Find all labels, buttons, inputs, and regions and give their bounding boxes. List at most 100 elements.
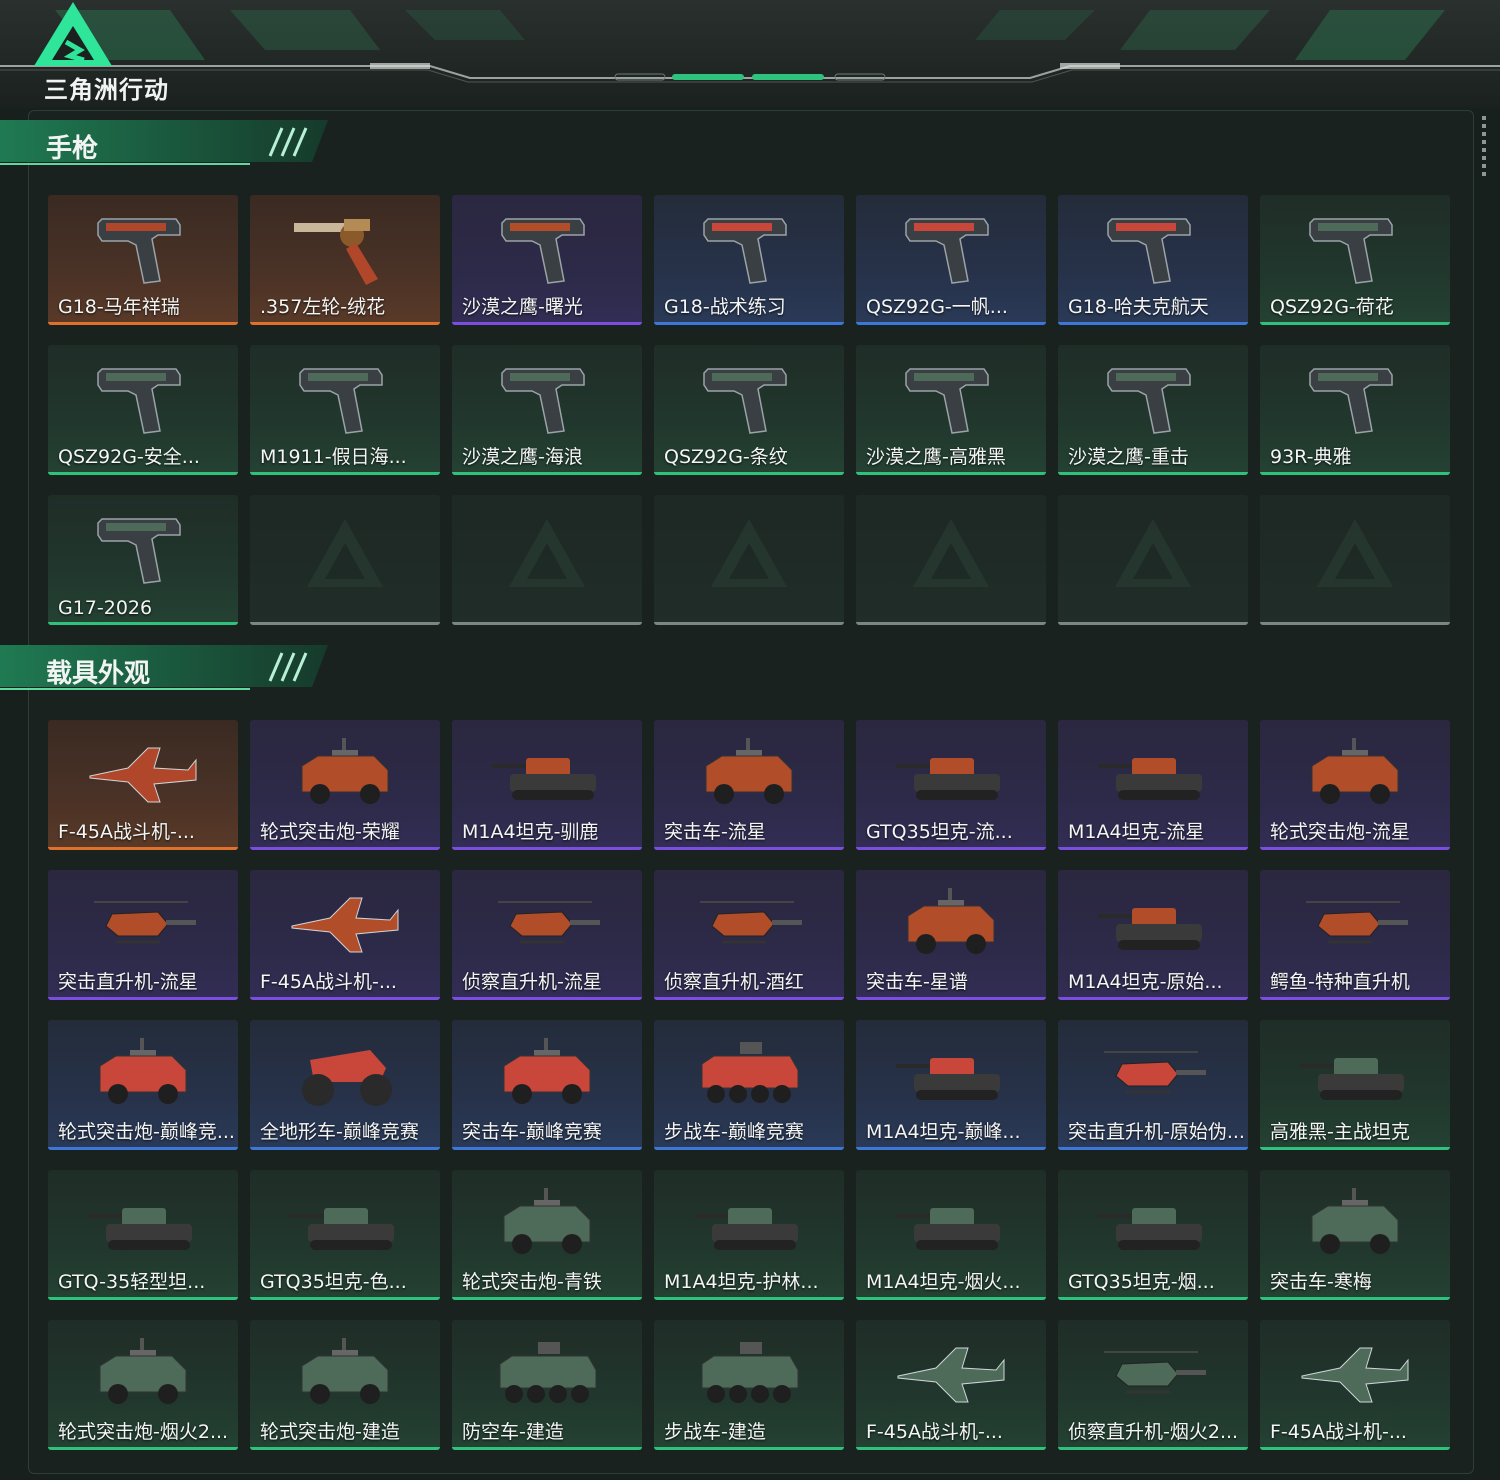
skin-name: 全地形车-巅峰竞赛 xyxy=(260,1121,419,1143)
skin-card[interactable]: 侦察直升机-酒红 xyxy=(654,870,844,1000)
skin-card[interactable]: 轮式突击炮-烟火2... xyxy=(48,1320,238,1450)
pistol-icon xyxy=(492,355,602,441)
skin-card[interactable]: M1A4坦克-巅峰... xyxy=(856,1020,1046,1150)
empty-slot xyxy=(1058,495,1248,625)
skin-card[interactable]: G18-哈夫克航天 xyxy=(1058,195,1248,325)
rarity-bar xyxy=(654,997,844,1000)
empty-slot xyxy=(654,495,844,625)
skin-card[interactable]: M1911-假日海... xyxy=(250,345,440,475)
jet-icon xyxy=(1300,1330,1410,1416)
skin-card[interactable]: G17-2026 xyxy=(48,495,238,625)
armored-car-icon xyxy=(290,1330,400,1416)
skin-name: QSZ92G-条纹 xyxy=(664,446,788,468)
skin-card[interactable]: QSZ92G-安全... xyxy=(48,345,238,475)
delta-watermark-icon xyxy=(911,517,991,591)
tank-icon xyxy=(896,730,1006,816)
pistol-icon xyxy=(1300,205,1410,291)
rarity-bar xyxy=(452,997,642,1000)
skin-card[interactable]: GTQ-35轻型坦... xyxy=(48,1170,238,1300)
skin-card[interactable]: 沙漠之鹰-重击 xyxy=(1058,345,1248,475)
rarity-bar xyxy=(1260,1147,1450,1150)
skin-card[interactable]: 突击车-寒梅 xyxy=(1260,1170,1450,1300)
skin-card[interactable]: G18-马年祥瑞 xyxy=(48,195,238,325)
skin-name: F-45A战斗机-... xyxy=(1270,1421,1407,1443)
skin-name: 高雅黑-主战坦克 xyxy=(1270,1121,1410,1143)
skin-card[interactable]: 突击直升机-流星 xyxy=(48,870,238,1000)
skin-name: M1A4坦克-驯鹿 xyxy=(462,821,599,843)
skin-card[interactable]: 侦察直升机-流星 xyxy=(452,870,642,1000)
rarity-bar xyxy=(250,1297,440,1300)
skin-card[interactable]: 沙漠之鹰-曙光 xyxy=(452,195,642,325)
skin-name: 轮式突击炮-建造 xyxy=(260,1421,400,1443)
skin-name: F-45A战斗机-... xyxy=(260,971,397,993)
skin-card[interactable]: 突击直升机-原始伪... xyxy=(1058,1020,1248,1150)
skin-card[interactable]: 步战车-建造 xyxy=(654,1320,844,1450)
skin-name: QSZ92G-一帆... xyxy=(866,296,1008,318)
rarity-bar xyxy=(1058,472,1248,475)
skin-card[interactable]: 突击车-巅峰竞赛 xyxy=(452,1020,642,1150)
skin-card[interactable]: F-45A战斗机-... xyxy=(250,870,440,1000)
skin-name: 突击车-星谱 xyxy=(866,971,968,993)
atv-icon xyxy=(290,1030,400,1116)
skin-card[interactable]: M1A4坦克-原始... xyxy=(1058,870,1248,1000)
skin-card[interactable]: F-45A战斗机-... xyxy=(1260,1320,1450,1450)
tank-icon xyxy=(1300,1030,1410,1116)
skin-card[interactable]: QSZ92G-一帆... xyxy=(856,195,1046,325)
skin-card[interactable]: 轮式突击炮-荣耀 xyxy=(250,720,440,850)
skin-card[interactable]: QSZ92G-条纹 xyxy=(654,345,844,475)
skin-card[interactable]: .357左轮-绒花 xyxy=(250,195,440,325)
skin-name: 轮式突击炮-流星 xyxy=(1270,821,1410,843)
rarity-bar xyxy=(250,1147,440,1150)
rarity-bar xyxy=(856,322,1046,325)
skin-card[interactable]: 全地形车-巅峰竞赛 xyxy=(250,1020,440,1150)
skin-card[interactable]: 沙漠之鹰-海浪 xyxy=(452,345,642,475)
skin-name: GTQ35坦克-色... xyxy=(260,1271,407,1293)
skin-card[interactable]: GTQ35坦克-烟... xyxy=(1058,1170,1248,1300)
rarity-bar xyxy=(452,1147,642,1150)
skin-card[interactable]: 轮式突击炮-巅峰竞... xyxy=(48,1020,238,1150)
skin-card[interactable]: 高雅黑-主战坦克 xyxy=(1260,1020,1450,1150)
skin-card[interactable]: F-45A战斗机-... xyxy=(48,720,238,850)
rarity-bar xyxy=(654,1147,844,1150)
skin-card[interactable]: F-45A战斗机-... xyxy=(856,1320,1046,1450)
rarity-bar xyxy=(856,1147,1046,1150)
helicopter-icon xyxy=(1098,1030,1208,1116)
skin-card[interactable]: 防空车-建造 xyxy=(452,1320,642,1450)
skin-card[interactable]: 轮式突击炮-青铁 xyxy=(452,1170,642,1300)
skin-card[interactable]: 步战车-巅峰竞赛 xyxy=(654,1020,844,1150)
delta-watermark-icon xyxy=(1315,517,1395,591)
rarity-bar xyxy=(452,322,642,325)
skin-name: 步战车-建造 xyxy=(664,1421,766,1443)
skin-card[interactable]: G18-战术练习 xyxy=(654,195,844,325)
rarity-bar xyxy=(250,847,440,850)
rarity-bar xyxy=(1260,847,1450,850)
rarity-bar xyxy=(48,322,238,325)
rarity-bar xyxy=(1260,322,1450,325)
pistol-icon xyxy=(88,355,198,441)
skin-card[interactable]: 侦察直升机-烟火2... xyxy=(1058,1320,1248,1450)
skin-card[interactable]: 突击车-流星 xyxy=(654,720,844,850)
skin-card[interactable]: 鳄鱼-特种直升机 xyxy=(1260,870,1450,1000)
skin-card[interactable]: 沙漠之鹰-高雅黑 xyxy=(856,345,1046,475)
skin-card[interactable]: 轮式突击炮-流星 xyxy=(1260,720,1450,850)
tank-icon xyxy=(1098,880,1208,966)
skin-card[interactable]: M1A4坦克-烟火... xyxy=(856,1170,1046,1300)
rarity-bar xyxy=(856,847,1046,850)
rarity-bar xyxy=(250,622,440,625)
skin-card[interactable]: GTQ35坦克-流... xyxy=(856,720,1046,850)
skin-card[interactable]: 突击车-星谱 xyxy=(856,870,1046,1000)
scrollbar[interactable] xyxy=(1482,116,1486,180)
skin-card[interactable]: 轮式突击炮-建造 xyxy=(250,1320,440,1450)
pistol-icon xyxy=(290,355,400,441)
skin-card[interactable]: M1A4坦克-驯鹿 xyxy=(452,720,642,850)
armored-car-icon xyxy=(1300,1180,1410,1266)
skin-card[interactable]: 93R-典雅 xyxy=(1260,345,1450,475)
skin-card[interactable]: QSZ92G-荷花 xyxy=(1260,195,1450,325)
skin-card[interactable]: M1A4坦克-护林... xyxy=(654,1170,844,1300)
tank-icon xyxy=(492,730,602,816)
skin-name: 步战车-巅峰竞赛 xyxy=(664,1121,804,1143)
skin-card[interactable]: GTQ35坦克-色... xyxy=(250,1170,440,1300)
skin-name: G17-2026 xyxy=(58,597,153,619)
skin-card[interactable]: M1A4坦克-流星 xyxy=(1058,720,1248,850)
empty-slot xyxy=(250,495,440,625)
